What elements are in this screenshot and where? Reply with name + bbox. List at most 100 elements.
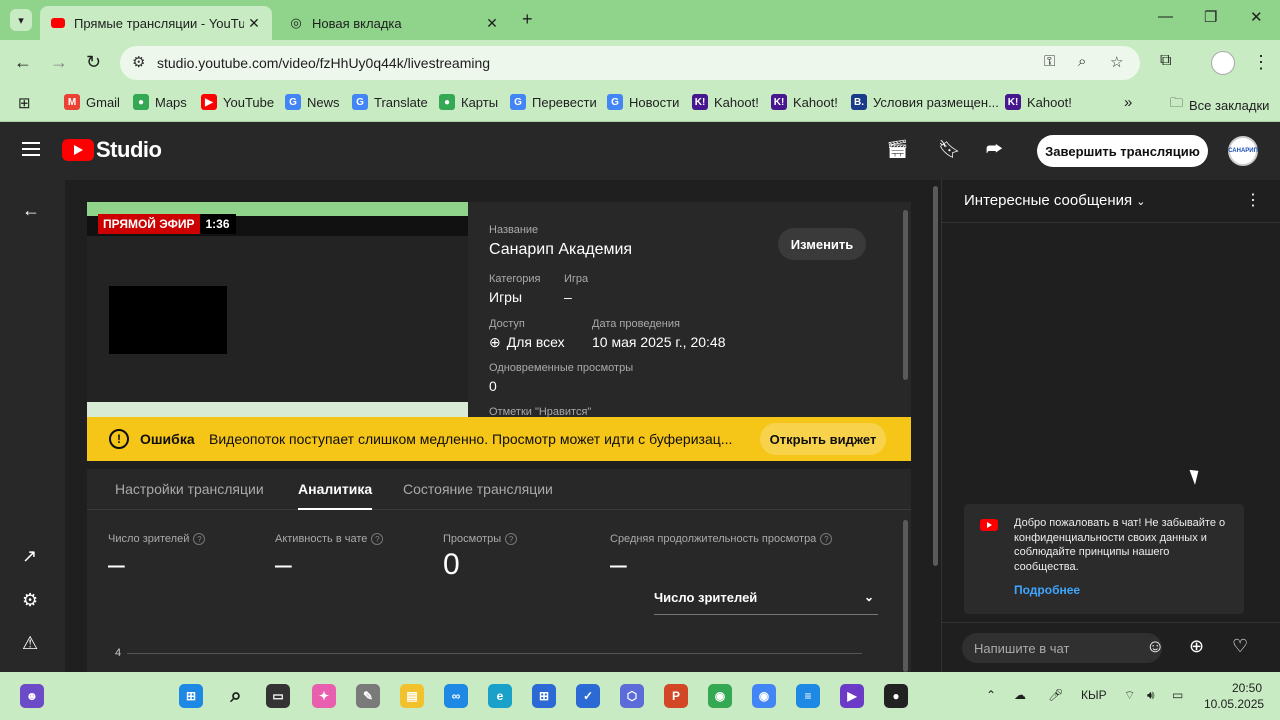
copilot-icon[interactable]: ✦ (312, 684, 336, 708)
all-bookmarks[interactable]: 🗀 Все закладки (1170, 94, 1269, 116)
obs-icon[interactable]: ● (884, 684, 908, 708)
tab-new-tab[interactable]: ◎ Новая вкладка ✕ (278, 6, 510, 40)
menu-kebab-icon[interactable]: ⋮ (1252, 52, 1270, 73)
tab-stream-health[interactable]: Состояние трансляции (403, 481, 553, 497)
stream-preview[interactable]: ПРЯМОЙ ЭФИР 1:36 (87, 202, 468, 417)
bookmark-terms[interactable]: B. Условия размещен... (851, 94, 999, 110)
tray-chevron-up-icon[interactable]: ⌃ (986, 688, 996, 702)
reload-icon[interactable]: ↻ (86, 52, 101, 73)
tab-youtube-live[interactable]: Прямые трансляции - YouTube ✕ (40, 6, 272, 40)
profile-avatar[interactable] (1211, 51, 1235, 75)
powerpoint-icon[interactable]: P (664, 684, 688, 708)
todo-icon[interactable]: ✓ (576, 684, 600, 708)
preview-screen (87, 236, 468, 402)
address-bar[interactable]: ⚙ studio.youtube.com/video/fzHhUy0q44k/l… (120, 46, 1140, 80)
studio-logo[interactable]: Studio (62, 137, 162, 163)
system-clock[interactable]: 20:50 10.05.2025 (1204, 680, 1264, 712)
stat-viewers-label: Число зрителей? (108, 533, 206, 545)
channel-avatar[interactable]: САНАРИП (1228, 136, 1258, 166)
bookmark-news[interactable]: G News (285, 94, 340, 110)
page-scrollbar[interactable] (933, 186, 938, 566)
clock-time: 20:50 (1231, 681, 1262, 695)
bookmark-gmail[interactable]: M Gmail (64, 94, 120, 110)
bookmark-icon[interactable]: 🔖︎ (938, 139, 961, 160)
chat-mode-select[interactable]: Интересные сообщения ⌄ (964, 192, 1146, 209)
microphone-icon[interactable]: 🎤︎ (1048, 688, 1063, 702)
app-glasses-icon[interactable]: ∞ (444, 684, 468, 708)
more-bookmarks-icon[interactable]: » (1124, 94, 1132, 111)
stat-viewers-value: – (108, 548, 125, 581)
notes-icon[interactable]: ≡ (796, 684, 820, 708)
task-view-icon[interactable]: ▭ (266, 684, 290, 708)
app-hex-icon[interactable]: ⬡ (620, 684, 644, 708)
chat-input[interactable]: Напишите в чат (962, 633, 1162, 663)
help-icon[interactable]: ? (505, 533, 518, 545)
news-icon: G (607, 94, 623, 110)
close-tab-icon[interactable]: ✕ (482, 15, 502, 32)
edge-icon[interactable]: e (488, 684, 512, 708)
learn-more-link[interactable]: Подробнее (1014, 583, 1080, 597)
close-window-icon[interactable]: ✕ (1250, 8, 1263, 26)
clapperboard-icon[interactable]: 🎬︎ (886, 139, 909, 160)
metric-select[interactable]: Число зрителей ⌄ (654, 590, 878, 615)
zoom-icon[interactable]: ⌕ (1078, 53, 1086, 70)
forward-icon[interactable]: → (50, 52, 68, 73)
back-arrow-icon[interactable]: ← (22, 200, 40, 221)
add-icon[interactable]: ⊕ (1189, 636, 1204, 657)
preview-video-frame (109, 286, 227, 354)
tab-list-button[interactable]: ▾ (10, 9, 32, 31)
card-scrollbar[interactable] (903, 210, 908, 380)
bookmark-novosti[interactable]: G Новости (607, 94, 679, 110)
end-stream-button[interactable]: Завершить трансляцию (1037, 135, 1208, 167)
bookmark-kahoot-3[interactable]: K! Kahoot! (1005, 94, 1072, 110)
star-icon[interactable]: ☆ (1110, 53, 1123, 71)
chrome-icon[interactable]: ◉ (708, 684, 732, 708)
open-external-icon[interactable]: ↗ (22, 546, 37, 567)
back-icon[interactable]: ← (14, 52, 32, 73)
apps-grid-icon[interactable]: ⊞ (18, 94, 31, 112)
edit-button[interactable]: Изменить (778, 228, 866, 260)
clipchamp-icon[interactable]: ▶ (840, 684, 864, 708)
tab-stream-settings[interactable]: Настройки трансляции (115, 481, 264, 497)
site-info-icon[interactable]: ⚙ (132, 53, 145, 71)
emoji-icon[interactable]: ☺ (1146, 636, 1164, 657)
bookmark-maps[interactable]: ● Maps (133, 94, 187, 110)
file-explorer-icon[interactable]: ▤ (400, 684, 424, 708)
bookmark-translate[interactable]: G Translate (352, 94, 428, 110)
help-icon[interactable]: ? (193, 533, 206, 545)
feedback-icon[interactable]: ⚠ (22, 633, 38, 654)
app-icon[interactable]: ✎ (356, 684, 380, 708)
widgets-icon[interactable]: ☻ (20, 684, 44, 708)
keyboard-language[interactable]: КЫР (1081, 688, 1107, 702)
restore-icon[interactable]: ❐ (1204, 8, 1217, 26)
minimize-icon[interactable]: — (1158, 8, 1173, 25)
wifi-icon[interactable]: ⌔ (1124, 688, 1135, 703)
kahoot-icon: K! (771, 94, 787, 110)
bookmark-perevesti[interactable]: G Перевести (510, 94, 597, 110)
new-tab-plus-icon[interactable]: + (522, 9, 533, 30)
battery-icon[interactable]: ▭ (1172, 688, 1183, 702)
open-widget-button[interactable]: Открыть виджет (760, 423, 886, 455)
start-windows-icon[interactable]: ⊞ (179, 684, 203, 708)
bookmark-kahoot-2[interactable]: K! Kahoot! (771, 94, 838, 110)
heart-icon[interactable]: ♡ (1232, 636, 1248, 657)
close-tab-icon[interactable]: ✕ (244, 15, 264, 32)
analytics-scrollbar[interactable] (903, 520, 908, 672)
bookmark-youtube[interactable]: ▶ YouTube (201, 94, 274, 110)
tab-analytics[interactable]: Аналитика (298, 481, 373, 510)
help-icon[interactable]: ? (820, 533, 833, 545)
volume-icon[interactable]: 🔊︎ (1147, 688, 1155, 703)
share-icon[interactable]: ⮫ (986, 139, 1003, 160)
extensions-icon[interactable]: ⧉ (1160, 52, 1171, 70)
store-icon[interactable]: ⊞ (532, 684, 556, 708)
hamburger-menu-icon[interactable] (22, 142, 40, 156)
chrome-active-icon[interactable]: ◉ (752, 684, 776, 708)
search-icon[interactable]: ⌕ (224, 684, 248, 708)
tray-app-icon[interactable]: ☁ (1014, 688, 1026, 702)
help-icon[interactable]: ? (371, 533, 384, 545)
settings-gear-icon[interactable]: ⚙ (22, 590, 38, 611)
bookmark-kahoot-1[interactable]: K! Kahoot! (692, 94, 759, 110)
chat-menu-kebab-icon[interactable]: ⋮ (1245, 190, 1261, 210)
bookmark-karty[interactable]: ● Карты (439, 94, 498, 110)
password-key-icon[interactable]: ⚿ (1044, 53, 1055, 70)
